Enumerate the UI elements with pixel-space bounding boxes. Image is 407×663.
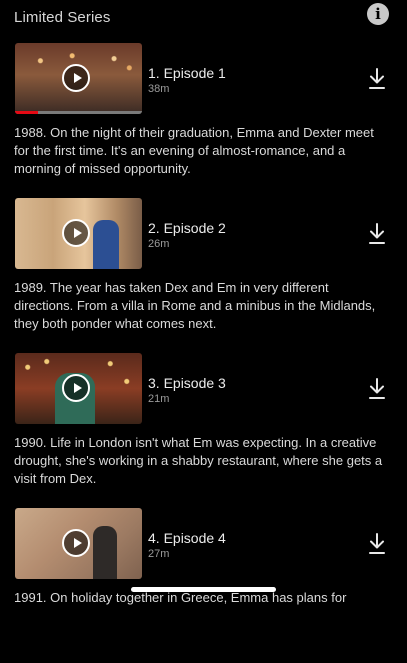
- info-icon[interactable]: i: [367, 3, 389, 25]
- play-button[interactable]: [62, 219, 90, 247]
- play-icon: [74, 383, 82, 393]
- episode-title[interactable]: 3. Episode 3: [148, 375, 226, 391]
- download-icon: [369, 223, 385, 244]
- episode-item: 1. Episode 1 38m 1988. On the night of t…: [0, 43, 407, 198]
- play-icon: [74, 538, 82, 548]
- episode-list: 1. Episode 1 38m 1988. On the night of t…: [0, 43, 407, 663]
- play-button[interactable]: [62, 64, 90, 92]
- episode-item: 3. Episode 3 21m 1990. Life in London is…: [0, 353, 407, 508]
- episode-description: 1988. On the night of their graduation, …: [14, 125, 374, 176]
- episode-thumbnail[interactable]: [15, 353, 142, 424]
- episode-duration: 27m: [148, 548, 170, 560]
- episode-thumbnail[interactable]: [15, 508, 142, 579]
- download-button[interactable]: [366, 67, 388, 91]
- episode-title[interactable]: 4. Episode 4: [148, 530, 226, 546]
- episode-duration: 21m: [148, 393, 170, 405]
- episode-thumbnail[interactable]: [15, 43, 142, 114]
- play-icon: [74, 228, 82, 238]
- episode-description: 1989. The year has taken Dex and Em in v…: [14, 280, 376, 331]
- play-button[interactable]: [62, 374, 90, 402]
- download-button[interactable]: [366, 532, 388, 556]
- progress-fill: [15, 111, 38, 114]
- episode-duration: 38m: [148, 83, 170, 95]
- download-button[interactable]: [366, 222, 388, 246]
- play-icon: [74, 73, 82, 83]
- download-icon: [369, 378, 385, 399]
- episode-description: 1990. Life in London isn't what Em was e…: [14, 435, 383, 486]
- episode-item: 4. Episode 4 27m 1991. On holiday togeth…: [0, 508, 407, 663]
- home-indicator[interactable]: [131, 587, 276, 592]
- progress-bar: [15, 111, 142, 114]
- header: Limited Series i: [0, 0, 407, 36]
- episode-duration: 26m: [148, 238, 170, 250]
- download-icon: [369, 68, 385, 89]
- episode-title[interactable]: 2. Episode 2: [148, 220, 226, 236]
- episode-title[interactable]: 1. Episode 1: [148, 65, 226, 81]
- episode-thumbnail[interactable]: [15, 198, 142, 269]
- play-button[interactable]: [62, 529, 90, 557]
- episode-item: 2. Episode 2 26m 1989. The year has take…: [0, 198, 407, 353]
- download-button[interactable]: [366, 377, 388, 401]
- section-title: Limited Series: [14, 9, 111, 26]
- download-icon: [369, 533, 385, 554]
